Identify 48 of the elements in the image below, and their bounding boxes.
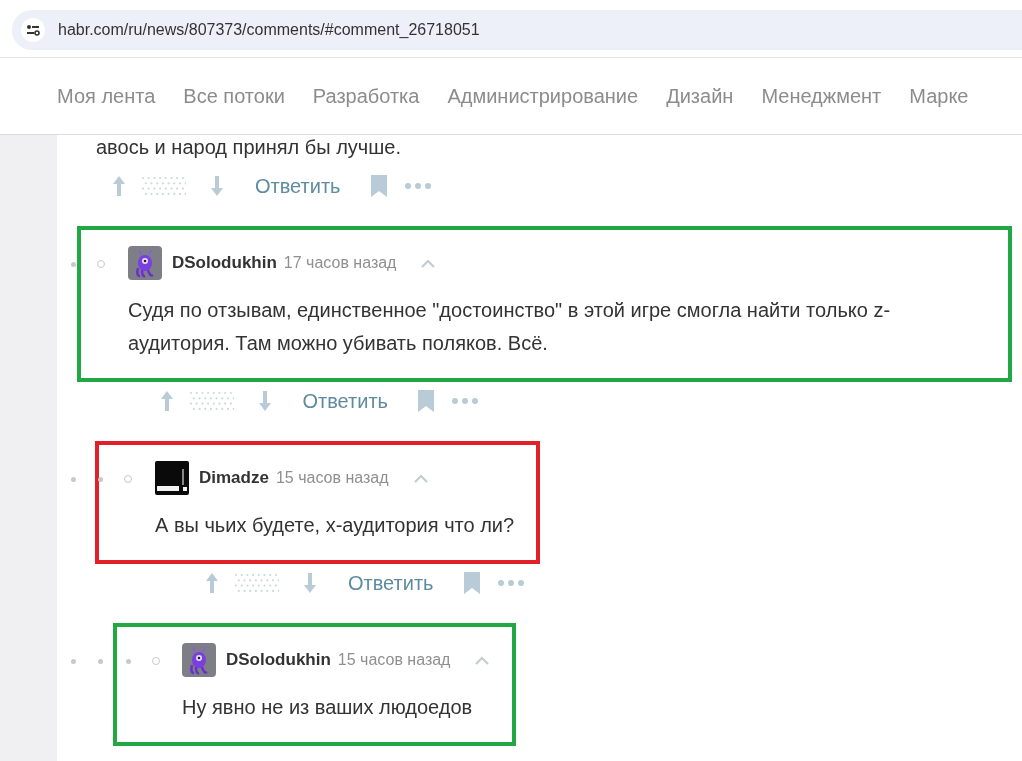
comment-text: Судя по отзывам, единственное "достоинство" в этой игре смогла найти только z-аудитория. Там можно убивать поляков. Всё.	[128, 298, 892, 356]
reply-link[interactable]: Ответить	[255, 174, 341, 198]
nav-link[interactable]: Дизайн	[666, 84, 734, 108]
bookmark-icon[interactable]	[463, 572, 480, 594]
downvote-icon[interactable]	[303, 572, 317, 594]
rating-dots-icon	[187, 390, 234, 412]
chevron-up-icon[interactable]	[474, 655, 491, 665]
downvote-icon[interactable]	[210, 175, 224, 197]
thread-dot-icon	[70, 658, 76, 664]
nav-link[interactable]: Моя лента	[57, 84, 156, 108]
rating-dots-icon	[233, 572, 279, 594]
avatar-icon	[155, 461, 189, 495]
nav-link[interactable]: Все потоки	[183, 84, 285, 108]
author-name[interactable]: DSolodukhin	[172, 253, 277, 273]
thread-dot-icon	[70, 476, 76, 482]
bookmark-icon[interactable]	[370, 175, 387, 197]
comment-time[interactable]: 15 часов назад	[337, 651, 451, 669]
upvote-icon[interactable]	[205, 572, 219, 594]
chevron-up-icon[interactable]	[412, 473, 429, 483]
more-icon[interactable]	[452, 398, 478, 404]
chevron-up-icon[interactable]	[420, 258, 437, 268]
thread-dot-icon	[98, 658, 104, 664]
reply-link[interactable]: Ответить	[348, 571, 434, 595]
nav-link[interactable]: Администрирование	[447, 84, 639, 108]
upvote-icon[interactable]	[159, 390, 174, 412]
nav-link[interactable]: Марке	[909, 84, 969, 108]
comment-time[interactable]: 15 часов назад	[275, 469, 389, 487]
more-icon[interactable]	[497, 580, 524, 586]
comment-text: А вы чьих будете, х-аудитория что ли?	[155, 513, 515, 538]
author-name[interactable]: Dimadze	[199, 468, 269, 488]
thread-dot-icon	[70, 261, 76, 267]
comment-text: Ну явно не из ваших людоедов	[182, 695, 474, 720]
bookmark-icon[interactable]	[418, 390, 434, 412]
more-icon[interactable]	[404, 183, 431, 189]
url-text[interactable]: habr.com/ru/news/807373/comments/#comment_26718051	[58, 21, 480, 39]
address-bar[interactable]: habr.com/ru/news/807373/comments/#comment_26718051	[12, 10, 1022, 50]
avatar-icon	[182, 643, 216, 677]
rating-dots-icon	[140, 175, 186, 197]
nav-link[interactable]: Менеджмент	[761, 84, 882, 108]
upvote-icon[interactable]	[112, 175, 126, 197]
author-name[interactable]: DSolodukhin	[226, 650, 331, 670]
site-settings-icon[interactable]	[21, 18, 45, 42]
downvote-icon[interactable]	[257, 390, 272, 412]
reply-link[interactable]: Ответить	[302, 389, 388, 413]
avatar-icon	[128, 246, 162, 280]
comment-time[interactable]: 17 часов назад	[283, 254, 397, 272]
nav-link[interactable]: Разработка	[312, 84, 420, 108]
comment-text: авось и народ принял бы лучше.	[95, 135, 402, 160]
